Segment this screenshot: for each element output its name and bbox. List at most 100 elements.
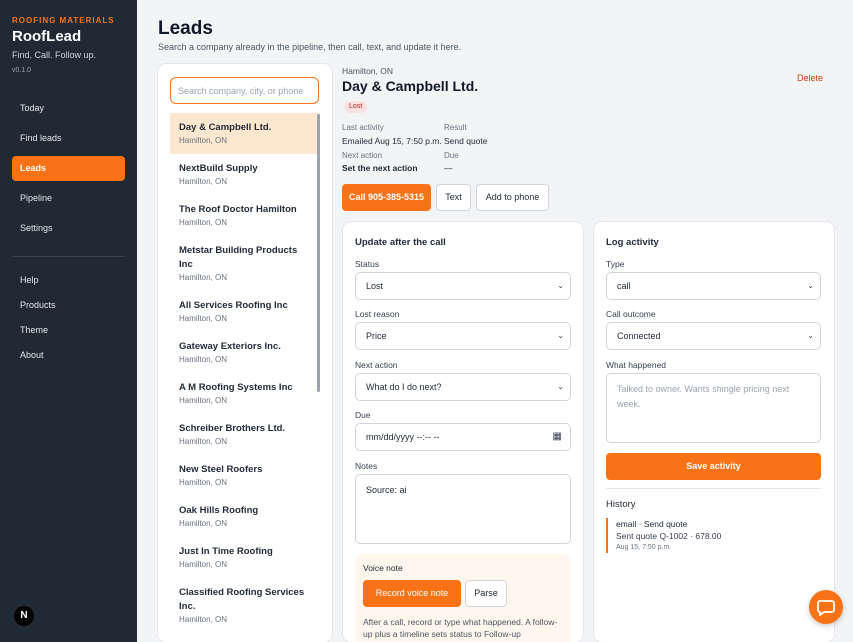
due-datetime-input[interactable]: mm/dd/yyyy --:-- -- ▦ [355, 423, 571, 451]
list-scrollbar[interactable] [317, 114, 320, 392]
company-item[interactable]: The Roof Doctor Hamilton Hamilton, ON [170, 195, 320, 236]
call-outcome-value: Connected [617, 331, 661, 341]
company-item[interactable]: Oak Hills Roofing Hamilton, ON [170, 496, 320, 537]
history-item: email · Send quote Sent quote Q-1002 · 6… [606, 518, 746, 553]
record-voice-note-button[interactable]: Record voice note [363, 580, 461, 607]
nav-item-pipeline[interactable]: Pipeline [12, 186, 125, 211]
company-item[interactable]: Classified Roofing Services Inc. Hamilto… [170, 578, 320, 633]
company-list-panel: Day & Campbell Ltd. Hamilton, ON NextBui… [158, 64, 332, 642]
nav-item-settings[interactable]: Settings [12, 216, 125, 241]
next-action-value: Set the next action [342, 163, 418, 173]
company-city: Hamilton, ON [179, 519, 228, 528]
next-action-field-label: Next action [355, 360, 398, 370]
calendar-icon[interactable]: ▦ [553, 424, 562, 450]
company-city: Hamilton, ON [179, 218, 228, 227]
status-value: Lost [366, 281, 384, 291]
chevron-down-icon: ⌄ [807, 281, 814, 290]
last-activity-value: Emailed Aug 15, 7:50 p.m. [342, 136, 442, 146]
what-happened-label: What happened [606, 360, 667, 370]
company-item[interactable]: Gateway Exteriors Inc. Hamilton, ON [170, 332, 320, 373]
notes-label: Notes [355, 461, 378, 471]
company-name: Gateway Exteriors Inc. [179, 341, 281, 352]
due-placeholder: mm/dd/yyyy --:-- -- [366, 432, 440, 442]
company-city: Hamilton, ON [179, 136, 228, 145]
lost-reason-label: Lost reason [355, 309, 400, 319]
status-badge: Lost [344, 101, 368, 113]
parse-button[interactable]: Parse [465, 580, 507, 607]
company-item[interactable]: Schreiber Brothers Ltd. Hamilton, ON [170, 414, 320, 455]
voice-note-title: Voice note [363, 563, 403, 573]
company-name: The Roof Doctor Hamilton [179, 204, 297, 215]
lost-reason-value: Price [366, 331, 387, 341]
company-city: Hamilton, ON [179, 177, 228, 186]
company-name: Oak Hills Roofing [179, 505, 259, 516]
chevron-down-icon: ⌄ [557, 331, 564, 340]
company-name: Day & Campbell Ltd. [179, 122, 272, 133]
nav-item-find-leads[interactable]: Find leads [12, 126, 125, 151]
due-field-label: Due [355, 410, 371, 420]
company-name: All Services Roofing Inc [179, 300, 288, 311]
type-select[interactable]: call ⌄ [606, 272, 821, 300]
company-name: NextBuild Supply [179, 163, 258, 174]
chat-button[interactable] [809, 590, 843, 624]
status-label: Status [355, 259, 380, 269]
company-city: Hamilton, ON [179, 437, 228, 446]
company-city: Hamilton, ON [179, 273, 228, 282]
nav-item-today[interactable]: Today [12, 96, 125, 121]
nav-item-theme[interactable]: Theme [20, 325, 48, 335]
history-item-time: Aug 15, 7:50 p.m. [616, 544, 672, 551]
lost-reason-select[interactable]: Price ⌄ [355, 322, 571, 350]
text-button[interactable]: Text [436, 184, 471, 211]
company-city: Hamilton, ON [179, 615, 228, 624]
company-city: Hamilton, ON [179, 478, 228, 487]
history-divider [606, 488, 821, 489]
add-to-phone-button[interactable]: Add to phone [476, 184, 549, 211]
company-name: Classified Roofing Services Inc. [179, 587, 305, 612]
company-item[interactable]: Just In Time Roofing Hamilton, ON [170, 537, 320, 578]
what-happened-textarea[interactable]: Talked to owner. Wants shingle pricing n… [606, 373, 821, 443]
voice-note-help: After a call, record or type what happen… [363, 617, 558, 639]
company-item[interactable]: A M Roofing Systems Inc Hamilton, ON [170, 373, 320, 414]
call-outcome-select[interactable]: Connected ⌄ [606, 322, 821, 350]
nav-item-products[interactable]: Products [20, 300, 56, 310]
chevron-down-icon: ⌄ [557, 281, 564, 290]
brand-eyebrow: ROOFING MATERIALS [12, 16, 115, 25]
company-item[interactable]: Metstar Building Products Inc Hamilton, … [170, 236, 320, 291]
sidebar: ROOFING MATERIALS RoofLead Find. Call. F… [0, 0, 137, 642]
search-input[interactable] [170, 77, 319, 104]
save-activity-button[interactable]: Save activity [606, 453, 821, 480]
company-name: Schreiber Brothers Ltd. [179, 423, 286, 434]
app-tagline: Find. Call. Follow up. [12, 50, 97, 60]
delete-button[interactable]: Delete [797, 73, 823, 83]
nav-item-about[interactable]: About [20, 350, 44, 360]
last-activity-label: Last activity [342, 123, 384, 132]
notes-textarea[interactable]: Source: ai [355, 474, 571, 544]
chevron-down-icon: ⌄ [807, 331, 814, 340]
app-version: v0.1.0 [12, 67, 32, 74]
lead-city: Hamilton, ON [342, 66, 394, 76]
call-button[interactable]: Call 905-385-5315 [342, 184, 431, 211]
company-name: Metstar Building Products Inc [179, 245, 298, 270]
due-value: — [444, 163, 453, 173]
page-title: Leads [158, 18, 213, 39]
history-item-title: email · Send quote [616, 519, 688, 529]
company-item[interactable]: Day & Campbell Ltd. Hamilton, ON [170, 113, 320, 154]
update-card-title: Update after the call [355, 237, 446, 248]
voice-note-box: Voice note Record voice note Parse After… [355, 554, 570, 642]
company-list: Day & Campbell Ltd. Hamilton, ON NextBui… [170, 113, 320, 633]
chat-icon [817, 600, 835, 616]
history-title: History [606, 499, 636, 510]
status-select[interactable]: Lost ⌄ [355, 272, 571, 300]
nav-item-help[interactable]: Help [20, 275, 39, 285]
nav-divider [12, 256, 125, 257]
next-action-label: Next action [342, 151, 383, 160]
nav-item-leads[interactable]: Leads [12, 156, 125, 181]
due-label: Due [444, 151, 459, 160]
company-item[interactable]: All Services Roofing Inc Hamilton, ON [170, 291, 320, 332]
company-city: Hamilton, ON [179, 355, 228, 364]
company-item[interactable]: NextBuild Supply Hamilton, ON [170, 154, 320, 195]
framework-badge-icon[interactable]: N [14, 606, 34, 626]
next-action-select[interactable]: What do I do next? ⌄ [355, 373, 571, 401]
history-item-detail: Sent quote Q-1002 · 678.00 [616, 531, 722, 541]
company-item[interactable]: New Steel Roofers Hamilton, ON [170, 455, 320, 496]
